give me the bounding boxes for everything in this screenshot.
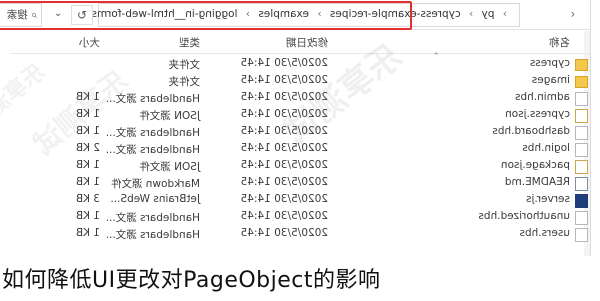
file-type: Markdown 源文件 bbox=[110, 178, 200, 190]
file-name: unauthorized.hbs bbox=[478, 210, 570, 222]
file-name: users.hbs bbox=[519, 227, 570, 239]
file-size: 1 KB bbox=[75, 159, 100, 171]
column-header-size[interactable]: 大小 bbox=[79, 35, 100, 50]
file-name: package.json bbox=[500, 159, 570, 171]
file-name: server.js bbox=[526, 193, 570, 205]
file-date: 2020/5/30 14:45 bbox=[240, 91, 328, 103]
file-size: 1 KB bbox=[75, 91, 100, 103]
file-icon bbox=[575, 228, 588, 242]
address-bar: ‹ › py › cypress-example-recipes › examp… bbox=[0, 0, 590, 30]
file-type: Handlebars 源文... bbox=[105, 229, 200, 241]
file-row[interactable]: login.hbs 2020/5/30 14:45 Handlebars 源文...… bbox=[10, 141, 590, 158]
file-size: 1 KB bbox=[75, 210, 100, 222]
webstorm-file-icon bbox=[575, 194, 588, 208]
file-type: Handlebars 源文... bbox=[105, 127, 200, 139]
file-name: images bbox=[531, 74, 570, 86]
file-icon bbox=[575, 143, 588, 157]
file-date: 2020/5/30 14:45 bbox=[240, 159, 328, 171]
file-icon bbox=[575, 211, 588, 225]
file-type: Handlebars 源文... bbox=[105, 212, 200, 224]
file-row[interactable]: admin.hbs 2020/5/30 14:45 Handlebars 源文...… bbox=[10, 90, 590, 107]
file-row[interactable]: unauthorized.hbs 2020/5/30 14:45 Handlebar… bbox=[10, 209, 590, 226]
file-list: cypress 2020/5/30 14:45 文件夹 images 2020/5/30… bbox=[10, 56, 590, 243]
file-type: 文件夹 bbox=[168, 59, 201, 71]
file-row[interactable]: cypress 2020/5/30 14:45 文件夹 bbox=[10, 56, 590, 73]
column-header-row: 名称 修改日期 类型 大小 ⌃ bbox=[10, 31, 590, 62]
json-file-icon bbox=[575, 109, 588, 123]
file-size: 3 KB bbox=[75, 193, 100, 205]
file-date: 2020/5/30 14:45 bbox=[240, 74, 328, 86]
file-name: login.hbs bbox=[522, 142, 570, 154]
file-row[interactable]: package.json 2020/5/30 14:45 JSON 源文件 1 KB bbox=[10, 158, 590, 175]
file-name: README.md bbox=[504, 176, 570, 188]
file-date: 2020/5/30 14:45 bbox=[240, 210, 328, 222]
breadcrumb-root[interactable]: py bbox=[482, 8, 495, 20]
file-date: 2020/5/30 14:45 bbox=[240, 176, 328, 188]
file-date: 2020/5/30 14:45 bbox=[240, 57, 328, 69]
file-name: cypress bbox=[529, 57, 570, 69]
file-size: 1 KB bbox=[75, 227, 100, 239]
file-icon bbox=[575, 126, 588, 140]
file-type: Handlebars 源文... bbox=[105, 144, 200, 156]
file-date: 2020/5/30 14:45 bbox=[240, 142, 328, 154]
file-date: 2020/5/30 14:45 bbox=[240, 227, 328, 239]
file-date: 2020/5/30 14:45 bbox=[240, 193, 328, 205]
file-type: JSON 源文件 bbox=[139, 110, 200, 122]
markdown-file-icon bbox=[575, 177, 588, 191]
file-icon bbox=[575, 92, 588, 106]
file-size: 2 KB bbox=[75, 142, 100, 154]
file-row[interactable]: images 2020/5/30 14:45 文件夹 bbox=[10, 73, 590, 90]
file-date: 2020/5/30 14:45 bbox=[240, 125, 328, 137]
file-explorer-window: ‹ › py › cypress-example-recipes › examp… bbox=[0, 0, 591, 256]
column-header-type[interactable]: 类型 bbox=[179, 35, 200, 50]
file-row[interactable]: dashboard.hbs 2020/5/30 14:45 Handlebars 源… bbox=[10, 124, 590, 141]
column-header-date[interactable]: 修改日期 bbox=[286, 35, 328, 50]
file-size: 1 KB bbox=[75, 125, 100, 137]
file-date: 2020/5/30 14:45 bbox=[240, 108, 328, 120]
file-type: 文件夹 bbox=[168, 76, 201, 88]
file-size: 1 KB bbox=[75, 176, 100, 188]
back-icon[interactable]: ‹ bbox=[564, 6, 582, 22]
file-type: JSON 源文件 bbox=[139, 161, 200, 173]
file-name: cypress.json bbox=[505, 108, 570, 120]
column-header-name[interactable]: 名称 bbox=[549, 35, 570, 50]
file-type: JetBrains WebS... bbox=[110, 193, 200, 205]
folder-icon bbox=[575, 76, 588, 88]
file-name: dashboard.hbs bbox=[492, 125, 570, 137]
file-row[interactable]: server.js 2020/5/30 14:45 JetBrains WebS..… bbox=[10, 192, 590, 209]
file-row[interactable]: users.hbs 2020/5/30 14:45 Handlebars 源文...… bbox=[10, 226, 590, 243]
address-highlight-box bbox=[0, 1, 412, 30]
file-row[interactable]: cypress.json 2020/5/30 14:45 JSON 源文件 1 KB bbox=[10, 107, 590, 124]
file-size: 1 KB bbox=[75, 108, 100, 120]
json-file-icon bbox=[575, 160, 588, 174]
caption: 如何降低UI更改对PageObject的影响 bbox=[2, 268, 381, 293]
file-type: Handlebars 源文... bbox=[105, 93, 200, 105]
file-row[interactable]: README.md 2020/5/30 14:45 Markdown 源文件 1 KB bbox=[10, 175, 590, 192]
folder-icon bbox=[575, 59, 588, 71]
file-name: admin.hbs bbox=[514, 91, 570, 103]
